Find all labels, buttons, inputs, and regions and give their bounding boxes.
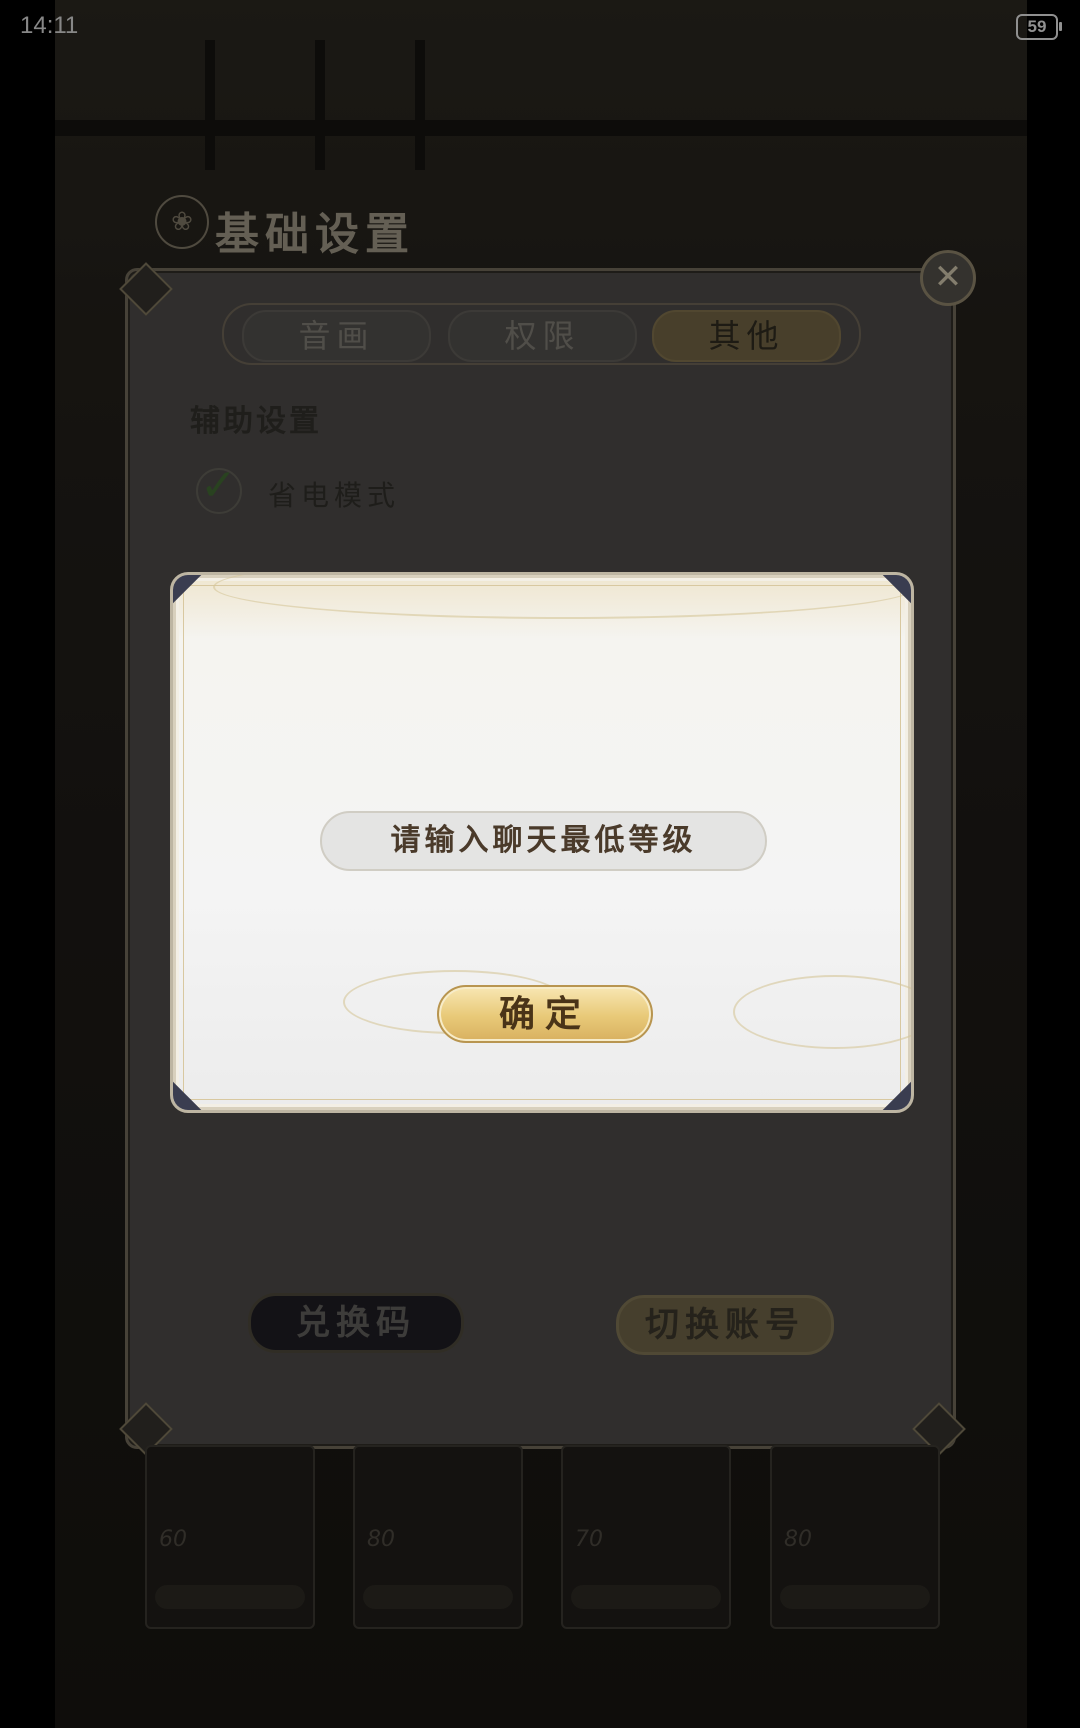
chat-level-dialog: ✦ ✦ ✦ ✦ 请输入聊天最低等级 确定 xyxy=(170,572,914,1113)
confirm-button[interactable]: 确定 xyxy=(437,985,653,1043)
chat-level-input[interactable]: 请输入聊天最低等级 xyxy=(320,811,767,871)
